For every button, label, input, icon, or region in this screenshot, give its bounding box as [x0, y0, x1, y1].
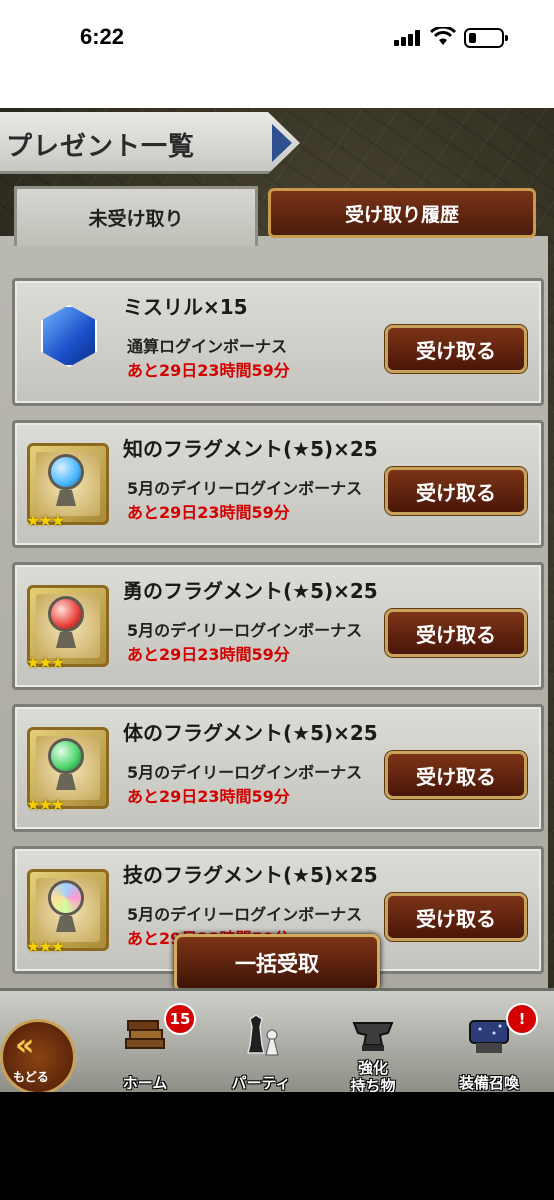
title-bar: プレゼント一覧 — [0, 112, 300, 174]
nav-label-line2: 持ち物 — [350, 1077, 396, 1092]
nav-equipment-summon[interactable]: ! 装備召喚 — [444, 1003, 538, 1092]
battery-icon — [464, 28, 508, 48]
rarity-stars: ★★★ — [26, 653, 65, 672]
item-description: 通算ログインボーナス — [127, 337, 288, 356]
present-item-courage-fragment: ★★★ 勇のフラグメント(★5)×25 5月のデイリーログインボーナス あと29… — [12, 562, 544, 690]
back-label: もどる — [13, 1070, 49, 1084]
bulk-receive-button[interactable]: 一括受取 — [174, 934, 380, 992]
chess-pieces-icon — [247, 1014, 279, 1056]
item-name: 技のフラグメント(★5)×25 — [123, 863, 378, 887]
item-name: 知のフラグメント(★5)×25 — [123, 437, 378, 461]
item-expiry: あと29日23時間59分 — [127, 787, 290, 806]
nav-enhance-inventory[interactable]: 強化 持ち物 — [328, 1011, 418, 1092]
item-name: 体のフラグメント(★5)×25 — [123, 721, 378, 745]
anvil-icon — [352, 1022, 394, 1051]
mithril-crystal-icon — [41, 305, 97, 367]
notification-badge: 15 — [164, 1003, 196, 1035]
fragment-frame: ★★★ — [26, 585, 109, 672]
nav-party[interactable]: パーティ — [216, 1011, 306, 1092]
fragment-frame: ★★★ — [26, 727, 109, 814]
item-name: ミスリル×15 — [123, 295, 248, 319]
green-orb-icon — [48, 738, 84, 774]
multicolor-orb-icon — [48, 880, 84, 916]
fragment-frame: ★★★ — [26, 869, 109, 956]
nav-label: 強化 持ち物 — [328, 1059, 418, 1092]
double-chevron-left-icon: « — [15, 1028, 35, 1063]
alert-badge: ! — [506, 1003, 538, 1035]
receive-button[interactable]: 受け取る — [385, 609, 527, 657]
nav-home[interactable]: 15 ホーム — [100, 1003, 196, 1092]
present-item-body-fragment: ★★★ 体のフラグメント(★5)×25 5月のデイリーログインボーナス あと29… — [12, 704, 544, 832]
item-expiry: あと29日23時間59分 — [127, 361, 290, 380]
item-description: 5月のデイリーログインボーナス — [127, 763, 363, 782]
nav-label: ホーム — [122, 1074, 168, 1092]
red-orb-icon — [48, 596, 84, 632]
receive-button[interactable]: 受け取る — [385, 893, 527, 941]
tab-history[interactable]: 受け取り履歴 — [268, 188, 536, 238]
back-button[interactable]: « もどる — [0, 1019, 76, 1092]
rarity-stars: ★★★ — [26, 511, 65, 530]
status-bar: 6:22 — [0, 0, 554, 108]
rarity-stars: ★★★ — [26, 937, 65, 956]
fragment-frame: ★★★ — [26, 443, 109, 530]
tab-unreceived[interactable]: 未受け取り — [14, 186, 258, 246]
page-title: プレゼント一覧 — [6, 132, 196, 162]
clock: 6:22 — [80, 24, 125, 49]
item-name: 勇のフラグメント(★5)×25 — [123, 579, 378, 603]
blue-orb-icon — [48, 454, 84, 490]
receive-button[interactable]: 受け取る — [385, 467, 527, 515]
receive-button[interactable]: 受け取る — [385, 751, 527, 799]
present-item-wisdom-fragment: ★★★ 知のフラグメント(★5)×25 5月のデイリーログインボーナス あと29… — [12, 420, 544, 548]
wifi-icon — [430, 27, 456, 45]
item-expiry: あと29日23時間59分 — [127, 645, 290, 664]
title-accent — [272, 124, 292, 162]
game-screen: プレゼント一覧 未受け取り 受け取り履歴 ミスリル×15 通算ログインボーナス … — [0, 108, 554, 1092]
item-description: 5月のデイリーログインボーナス — [127, 621, 363, 640]
rarity-stars: ★★★ — [26, 795, 65, 814]
bottom-nav: « もどる 15 ホーム パーティ 強化 持ち物 ! 装備召喚 — [0, 988, 554, 1092]
nav-label: 装備召喚 — [458, 1074, 519, 1092]
item-expiry: あと29日23時間59分 — [127, 503, 290, 522]
item-description: 5月のデイリーログインボーナス — [127, 479, 363, 498]
receive-button[interactable]: 受け取る — [385, 325, 527, 373]
cellular-signal-icon — [394, 30, 420, 46]
nav-label: パーティ — [231, 1074, 291, 1092]
books-icon — [125, 1020, 165, 1049]
nav-label-line1: 強化 — [357, 1059, 388, 1077]
present-item-mithril: ミスリル×15 通算ログインボーナス あと29日23時間59分 受け取る — [12, 278, 544, 406]
item-description: 5月のデイリーログインボーナス — [127, 905, 363, 924]
